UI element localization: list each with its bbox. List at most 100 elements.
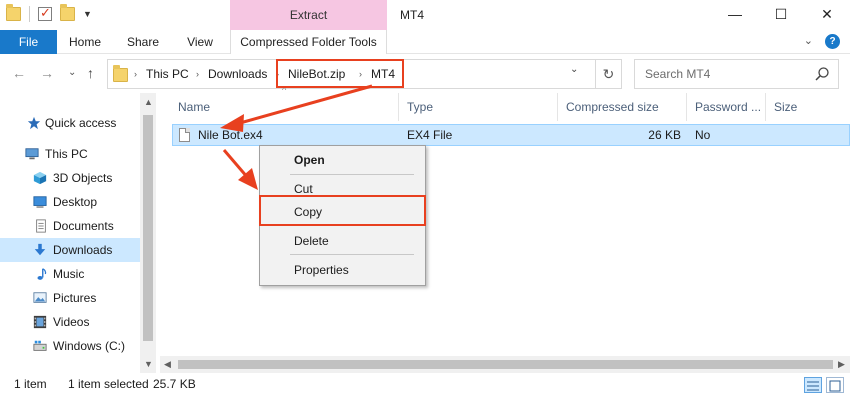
navigation-pane-scrollbar[interactable]: ▲ ▼ bbox=[140, 93, 156, 373]
music-icon bbox=[37, 268, 47, 280]
window-title: MT4 bbox=[400, 8, 424, 22]
quick-access-toolbar: ▼ bbox=[6, 4, 92, 22]
sidebar-item-pictures[interactable]: Pictures bbox=[0, 286, 140, 310]
breadcrumb-separator-icon: › bbox=[196, 69, 199, 79]
file-password: No bbox=[695, 128, 711, 142]
sidebar-item-label: Downloads bbox=[53, 243, 113, 257]
status-selected: 1 item selected bbox=[68, 377, 149, 391]
tab-file[interactable]: File bbox=[0, 30, 57, 54]
status-selected-size: 25.7 KB bbox=[153, 377, 196, 391]
document-icon bbox=[36, 219, 46, 233]
toolbar-divider bbox=[29, 6, 30, 22]
sidebar-item-documents[interactable]: Documents bbox=[0, 214, 140, 238]
folder-icon[interactable] bbox=[6, 4, 21, 21]
tab-view[interactable]: View bbox=[178, 30, 222, 54]
file-list-horizontal-scrollbar[interactable]: ◀ ▶ bbox=[160, 356, 850, 373]
close-button[interactable]: ✕ bbox=[804, 0, 850, 30]
star-icon bbox=[27, 116, 41, 130]
menu-divider bbox=[290, 254, 414, 255]
sidebar-item-windows-c[interactable]: Windows (C:) bbox=[0, 334, 140, 358]
ribbon-tabs: File Home Share View Compressed Folder T… bbox=[0, 30, 850, 54]
scroll-left-arrow-icon[interactable]: ◀ bbox=[164, 359, 171, 370]
sidebar-item-quick-access[interactable]: Quick access bbox=[0, 111, 140, 135]
breadcrumb-this-pc[interactable]: This PC bbox=[146, 60, 189, 88]
cube-icon bbox=[33, 171, 47, 185]
computer-icon bbox=[25, 148, 39, 160]
sidebar-item-label: Music bbox=[53, 267, 85, 281]
sidebar-item-videos[interactable]: Videos bbox=[0, 310, 140, 334]
column-header-size[interactable]: Size bbox=[766, 93, 850, 121]
menu-item-properties[interactable]: Properties bbox=[262, 258, 423, 282]
menu-item-delete[interactable]: Delete bbox=[262, 229, 423, 253]
file-type: EX4 File bbox=[407, 128, 453, 142]
refresh-button[interactable]: ↻ bbox=[596, 59, 622, 89]
address-dropdown-chevron-icon[interactable]: ⌄ bbox=[570, 64, 578, 75]
sidebar-item-label: Windows (C:) bbox=[53, 339, 126, 353]
details-view-button[interactable] bbox=[804, 377, 822, 393]
breadcrumb-separator-icon: › bbox=[134, 69, 137, 79]
scroll-down-arrow-icon[interactable]: ▼ bbox=[144, 359, 153, 369]
help-icon[interactable]: ? bbox=[825, 34, 840, 49]
search-icon bbox=[815, 67, 829, 81]
sidebar-item-label: 3D Objects bbox=[53, 171, 113, 185]
column-header-compressed-size[interactable]: Compressed size bbox=[558, 93, 687, 121]
picture-icon bbox=[33, 292, 47, 303]
file-compressed-size: 26 KB bbox=[648, 128, 681, 142]
column-header-password[interactable]: Password ... bbox=[687, 93, 766, 121]
scrollbar-thumb[interactable] bbox=[143, 115, 153, 341]
navigation-bar: ← → ⌄ ↑ › This PC › Downloads › NileBot.… bbox=[0, 55, 850, 93]
tab-compressed-folder-tools[interactable]: Compressed Folder Tools bbox=[230, 30, 387, 54]
desktop-icon bbox=[33, 196, 47, 208]
maximize-button[interactable]: ☐ bbox=[758, 0, 804, 30]
forward-arrow-icon[interactable]: → bbox=[40, 65, 54, 81]
new-folder-icon[interactable] bbox=[60, 4, 75, 21]
title-bar: ▼ Extract MT4 — ☐ ✕ bbox=[0, 0, 850, 30]
sidebar-item-label: Desktop bbox=[53, 195, 98, 209]
details-view-icon bbox=[807, 381, 819, 391]
tab-share[interactable]: Share bbox=[120, 30, 166, 54]
file-icon bbox=[179, 128, 190, 142]
recent-locations-chevron-icon[interactable]: ⌄ bbox=[68, 67, 76, 78]
extract-context-header: Extract bbox=[230, 0, 387, 30]
sidebar-item-desktop[interactable]: Desktop bbox=[0, 190, 140, 214]
minimize-button[interactable]: — bbox=[712, 0, 758, 30]
column-header-name[interactable]: Name bbox=[170, 93, 399, 121]
folder-icon bbox=[113, 65, 128, 82]
sidebar-item-3d-objects[interactable]: 3D Objects bbox=[0, 166, 140, 190]
menu-item-open[interactable]: Open bbox=[262, 148, 423, 172]
customize-toolbar-chevron-icon[interactable]: ▼ bbox=[83, 9, 92, 19]
search-input[interactable]: Search MT4 bbox=[645, 60, 710, 88]
ribbon-controls: ⌄ ? bbox=[804, 34, 840, 49]
large-icons-view-icon bbox=[829, 380, 841, 392]
sidebar-item-music[interactable]: Music bbox=[0, 262, 140, 286]
properties-icon[interactable] bbox=[38, 5, 52, 21]
breadcrumb-downloads[interactable]: Downloads bbox=[208, 60, 267, 88]
file-name[interactable]: Nile Bot.ex4 bbox=[198, 125, 263, 145]
annotation-highlight-path bbox=[276, 59, 404, 88]
download-icon bbox=[34, 243, 46, 256]
scrollbar-thumb[interactable] bbox=[178, 360, 833, 369]
video-icon bbox=[33, 315, 47, 329]
scroll-up-arrow-icon[interactable]: ▲ bbox=[144, 97, 153, 107]
sidebar-item-label: Documents bbox=[53, 219, 114, 233]
sidebar-item-label: This PC bbox=[45, 147, 88, 161]
up-arrow-icon[interactable]: ↑ bbox=[87, 65, 94, 81]
table-row[interactable]: Nile Bot.ex4 EX4 File 26 KB No bbox=[172, 124, 850, 146]
column-header-type[interactable]: Type bbox=[399, 93, 558, 121]
back-arrow-icon[interactable]: ← bbox=[12, 65, 26, 81]
sidebar-item-this-pc[interactable]: This PC bbox=[0, 142, 140, 166]
scroll-right-arrow-icon[interactable]: ▶ bbox=[838, 359, 845, 370]
menu-divider bbox=[290, 174, 414, 175]
sidebar-item-label: Pictures bbox=[53, 291, 97, 305]
tab-home[interactable]: Home bbox=[62, 30, 108, 54]
status-item-count: 1 item bbox=[14, 377, 47, 391]
navigation-pane: Quick access This PC 3D Objects Desktop … bbox=[0, 93, 140, 373]
large-icons-view-button[interactable] bbox=[826, 377, 844, 393]
drive-icon bbox=[33, 340, 47, 351]
sidebar-item-label: Quick access bbox=[45, 116, 117, 130]
status-bar: 1 item 1 item selected 25.7 KB bbox=[0, 373, 850, 396]
sidebar-item-label: Videos bbox=[53, 315, 90, 329]
search-box[interactable]: Search MT4 bbox=[634, 59, 839, 89]
ribbon-expand-chevron-icon[interactable]: ⌄ bbox=[804, 34, 813, 49]
sidebar-item-downloads[interactable]: Downloads bbox=[0, 238, 140, 262]
